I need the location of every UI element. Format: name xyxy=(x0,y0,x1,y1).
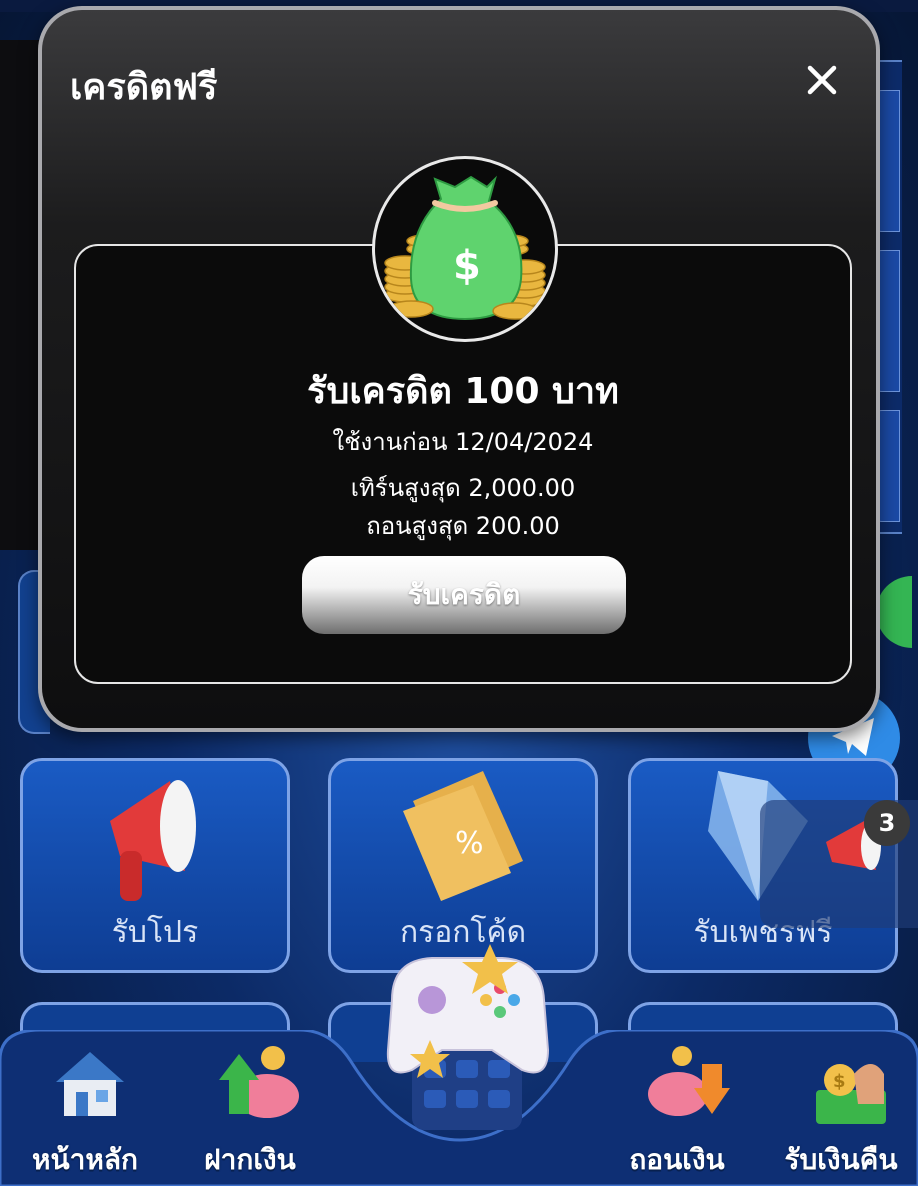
modal-title: เครดิตฟรี xyxy=(70,67,218,108)
svg-text:$: $ xyxy=(833,1071,846,1092)
close-icon[interactable] xyxy=(802,60,842,100)
nav-withdraw-label: ถอนเงิน xyxy=(629,1143,725,1176)
coupon-icon: % xyxy=(403,771,523,901)
max-withdraw-text: ถอนสูงสุด 200.00 xyxy=(366,512,560,540)
money-bag-badge: $ xyxy=(372,156,558,342)
modal-body: เครดิตฟรี $ รับเครดิต 100 บาท ใช้งานก่อน… xyxy=(42,10,876,728)
nav-deposit[interactable]: ฝากเงิน xyxy=(175,1030,325,1186)
piggy-bank-deposit-icon xyxy=(219,1046,299,1118)
games-center-button[interactable] xyxy=(372,940,562,1140)
claim-credit-button[interactable]: รับเครดิต xyxy=(302,556,626,634)
left-side-panel xyxy=(0,40,42,550)
svg-text:$: $ xyxy=(453,243,481,289)
cashback-icon: $ xyxy=(816,1064,886,1124)
nav-cashback[interactable]: $ รับเงินคืน xyxy=(766,1030,916,1186)
piggy-bank-withdraw-icon xyxy=(648,1046,730,1116)
house-icon xyxy=(56,1052,124,1116)
expiry-date-text: ใช้งานก่อน 12/04/2024 xyxy=(332,428,594,456)
credit-amount-title: รับเครดิต 100 บาท xyxy=(307,371,619,412)
nav-deposit-label: ฝากเงิน xyxy=(204,1143,296,1176)
money-bag-icon: $ xyxy=(384,175,546,321)
game-controller-icon xyxy=(386,944,550,1130)
svg-text:%: % xyxy=(455,826,484,861)
line-contact-button[interactable] xyxy=(876,576,912,648)
promo-card-label: รับโปร xyxy=(111,915,199,950)
nav-home-label: หน้าหลัก xyxy=(32,1143,138,1176)
promo-card[interactable]: รับโปร xyxy=(20,758,290,973)
free-credit-modal: เครดิตฟรี $ รับเครดิต 100 บาท ใช้งานก่อน… xyxy=(38,6,880,732)
nav-home[interactable]: หน้าหลัก xyxy=(10,1030,160,1186)
max-turnover-text: เทิร์นสูงสุด 2,000.00 xyxy=(350,474,576,502)
notification-count-badge: 3 xyxy=(864,800,910,846)
megaphone-icon xyxy=(110,780,196,901)
nav-withdraw[interactable]: ถอนเงิน xyxy=(602,1030,752,1186)
nav-cashback-label: รับเงินคืน xyxy=(784,1143,898,1176)
